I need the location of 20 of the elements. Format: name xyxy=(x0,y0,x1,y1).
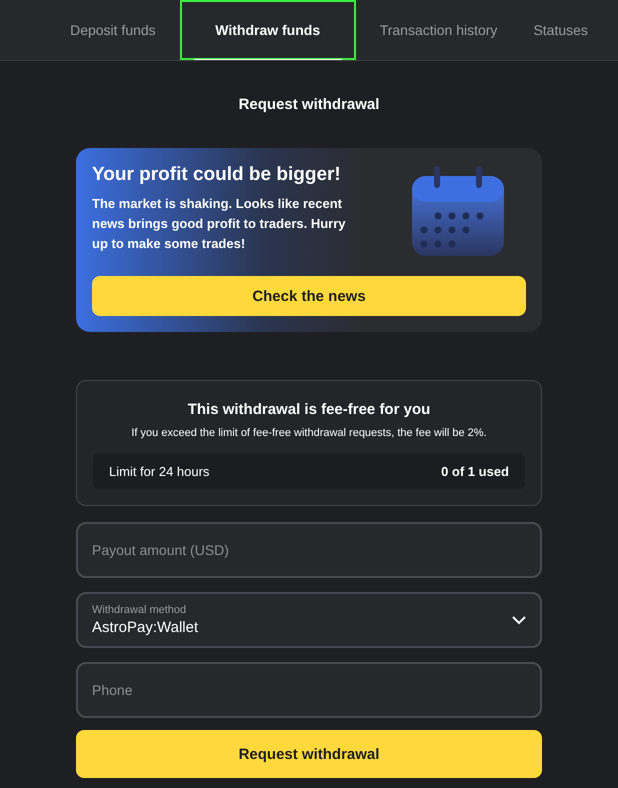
select-value: AstroPay:Wallet xyxy=(92,619,200,636)
tab[interactable]: Statuses xyxy=(521,0,600,60)
check-news-button[interactable]: Check the news xyxy=(92,276,526,316)
promo-title: Your profit could be bigger! xyxy=(92,164,342,186)
page-heading: Request withdrawal xyxy=(238,96,380,113)
tab[interactable]: Deposit funds xyxy=(58,0,168,60)
tab[interactable]: Withdraw funds xyxy=(180,0,356,60)
fee-note: If you exceed the limit of fee-free withdrawal requests, the fee will be 2%. xyxy=(131,427,487,439)
calendar-icon xyxy=(410,166,506,258)
chevron-down-icon xyxy=(512,616,526,624)
fee-title: This withdrawal is fee-free for you xyxy=(188,401,430,418)
limit-value: 0 of 1 used xyxy=(441,464,509,478)
input-field[interactable]: Phone xyxy=(76,662,542,718)
request-withdrawal-button[interactable]: Request withdrawal xyxy=(76,730,542,778)
select-label: Withdrawal method xyxy=(92,604,188,616)
limit-label: Limit for 24 hours xyxy=(109,464,210,478)
method-select[interactable]: Withdrawal method AstroPay:Wallet xyxy=(76,592,542,648)
promo-text: The market is shaking. Looks like recent news brings good profit to traders. Hurry up to make some trades! xyxy=(92,195,347,253)
tab[interactable]: Transaction history xyxy=(368,0,510,60)
input-field[interactable]: Payout amount (USD) xyxy=(76,522,542,578)
